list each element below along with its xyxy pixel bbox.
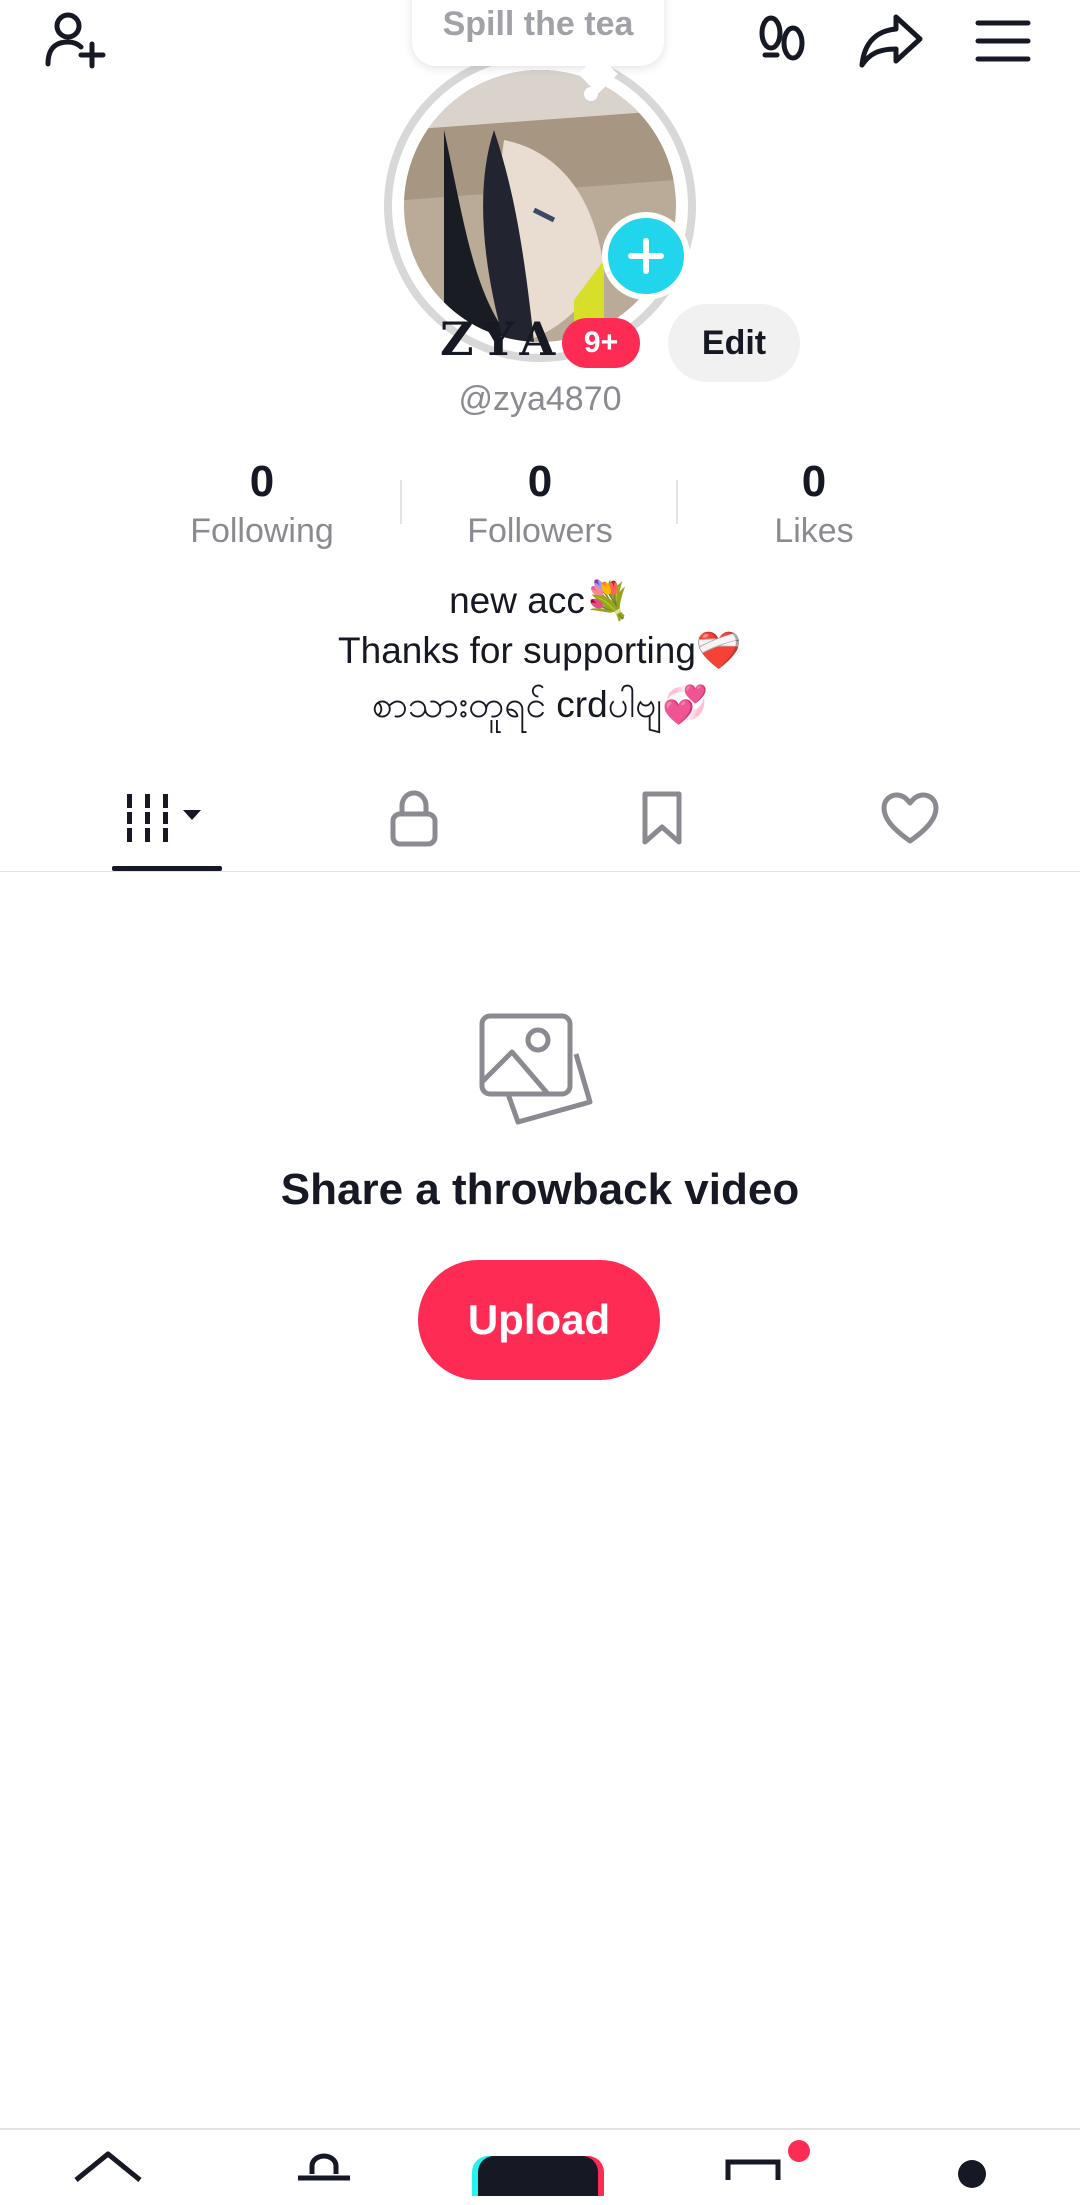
tab-videos[interactable] (78, 775, 258, 861)
tab-private[interactable] (324, 775, 504, 861)
heart-icon (881, 792, 939, 844)
avatar-image (404, 70, 676, 342)
edit-profile-button[interactable]: Edit (668, 304, 800, 382)
avatar[interactable] (404, 70, 676, 342)
nav-home[interactable] (68, 2140, 148, 2200)
stat-divider (676, 480, 678, 524)
nav-shop[interactable] (284, 2140, 364, 2200)
username-handle: @zya4870 (458, 380, 622, 418)
nav-profile[interactable] (932, 2140, 1012, 2200)
share-arrow-icon (859, 14, 923, 68)
home-icon (74, 2151, 142, 2182)
hamburger-menu-icon (975, 20, 1031, 62)
share-profile-button[interactable] (856, 6, 926, 76)
stat-label: Followers (467, 512, 613, 550)
menu-button[interactable] (968, 6, 1038, 76)
photo-stack-icon (479, 1013, 593, 1125)
stat-following[interactable]: 0 Following (142, 455, 382, 553)
status-bubble-text: Spill the tea (442, 5, 634, 43)
bio-line: စာသားတူရင် crdပါဗျ💞 (371, 684, 709, 725)
stat-value: 0 (249, 457, 275, 506)
stat-label: Likes (774, 512, 854, 550)
inbox-notification-dot (788, 2140, 810, 2162)
footprints-icon (759, 15, 805, 61)
bio-line: new acc💐 (449, 580, 631, 621)
plus-icon (628, 238, 664, 274)
add-friend-button[interactable] (40, 4, 110, 74)
status-bubble[interactable]: Spill the tea (412, 0, 664, 66)
tab-divider (0, 871, 1080, 872)
person-add-icon (45, 12, 106, 69)
videos-grid-icon (123, 794, 201, 842)
stat-value: 0 (801, 457, 827, 506)
stat-value: 0 (527, 457, 553, 506)
empty-state-graphic (478, 1010, 602, 1134)
upload-button[interactable]: Upload (418, 1260, 660, 1380)
stat-likes[interactable]: 0 Likes (694, 455, 934, 553)
stat-followers[interactable]: 0 Followers (420, 455, 660, 553)
bubble-dot (584, 87, 598, 101)
shop-icon (298, 2153, 350, 2181)
empty-state-title: Share a throwback video (280, 1165, 800, 1214)
footprints-button[interactable] (748, 6, 818, 76)
tab-saved[interactable] (572, 775, 752, 861)
bio-line: Thanks for supporting❤️‍🩹 (338, 630, 742, 671)
tab-liked[interactable] (820, 775, 1000, 861)
profile-icon (958, 2160, 986, 2188)
notification-badge[interactable]: 9+ (562, 318, 640, 368)
bottom-nav-divider (0, 2128, 1080, 2130)
add-story-button[interactable] (602, 212, 690, 300)
nav-inbox[interactable] (716, 2140, 796, 2200)
inbox-icon (725, 2159, 781, 2180)
profile-name: ZYA (440, 312, 564, 366)
bookmark-icon (642, 791, 682, 845)
stat-label: Following (190, 512, 334, 550)
lock-icon (390, 790, 438, 847)
stat-divider (400, 480, 402, 524)
nav-create-button[interactable] (478, 2156, 598, 2196)
